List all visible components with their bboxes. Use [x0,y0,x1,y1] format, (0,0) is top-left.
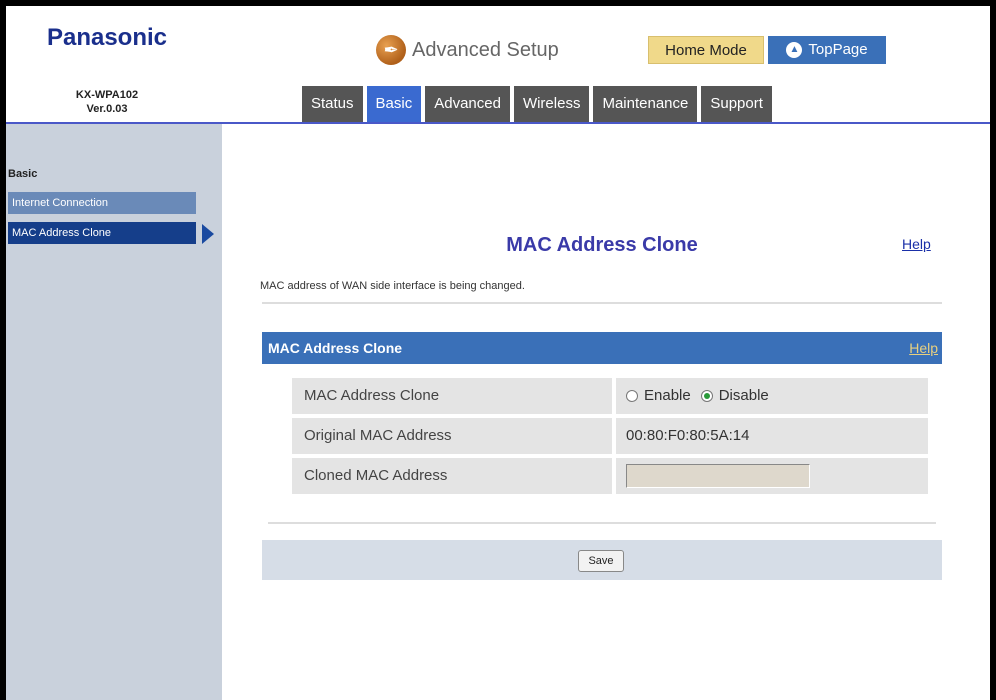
disable-radio[interactable] [700,390,713,402]
tab-wireless[interactable]: Wireless [513,86,590,122]
section-header: MAC Address Clone Help [262,332,942,364]
help-link[interactable]: Help [902,236,931,252]
section-help-link[interactable]: Help [909,332,938,364]
sidebar-item-internet-connection[interactable]: Internet Connection [8,192,196,214]
cloned-mac-label: Cloned MAC Address [292,458,612,494]
original-mac-value: 00:80:F0:80:5A:14 [616,418,928,454]
save-bar: Save [262,540,942,580]
cloned-mac-row: Cloned MAC Address [292,458,928,494]
page-frame: Panasonic KX-WPA102 Ver.0.03 ✒ Advanced … [6,6,990,700]
divider [268,522,936,524]
arrow-up-icon: ▲ [786,42,803,58]
tab-status[interactable]: Status [302,86,363,122]
wrench-icon: ✒ [376,35,406,65]
main-tabs: Status Basic Advanced Wireless Maintenan… [302,86,772,122]
page-title: MAC Address Clone [506,234,698,256]
save-button[interactable]: Save [578,550,624,572]
model-name: KX-WPA102 [75,89,139,101]
divider [262,302,942,304]
sidebar: Basic Internet Connection MAC Address Cl… [6,124,222,700]
panasonic-logo: Panasonic [46,24,168,51]
tab-support[interactable]: Support [701,86,772,122]
enable-radio[interactable] [626,390,638,402]
selected-arrow-icon [202,224,214,244]
enable-label: Enable [644,387,691,404]
cloned-mac-cell [616,458,928,494]
page-description: MAC address of WAN side interface is bei… [260,280,525,292]
sidebar-item-mac-address-clone[interactable]: MAC Address Clone [8,222,196,244]
tab-basic[interactable]: Basic [366,86,422,122]
tab-maintenance[interactable]: Maintenance [593,86,698,122]
page-header-title: Advanced Setup [412,38,559,61]
mac-clone-row: MAC Address Clone Enable Disable [292,378,928,414]
setup-title-area: ✒ Advanced Setup [376,34,559,66]
cloned-mac-input[interactable] [626,464,810,488]
tab-advanced[interactable]: Advanced [425,86,510,122]
toppage-button[interactable]: ▲ TopPage [768,36,886,64]
firmware-version: Ver.0.03 [86,103,128,115]
sidebar-title: Basic [8,168,38,180]
mac-clone-label: MAC Address Clone [292,378,612,414]
device-info: KX-WPA102 Ver.0.03 [12,88,202,116]
disable-label: Disable [718,387,769,404]
home-mode-button[interactable]: Home Mode [648,36,764,64]
toppage-label: TopPage [808,41,868,58]
section-title: MAC Address Clone [268,340,403,356]
mac-clone-options: Enable Disable [616,378,928,414]
original-mac-row: Original MAC Address 00:80:F0:80:5A:14 [292,418,928,454]
original-mac-label: Original MAC Address [292,418,612,454]
